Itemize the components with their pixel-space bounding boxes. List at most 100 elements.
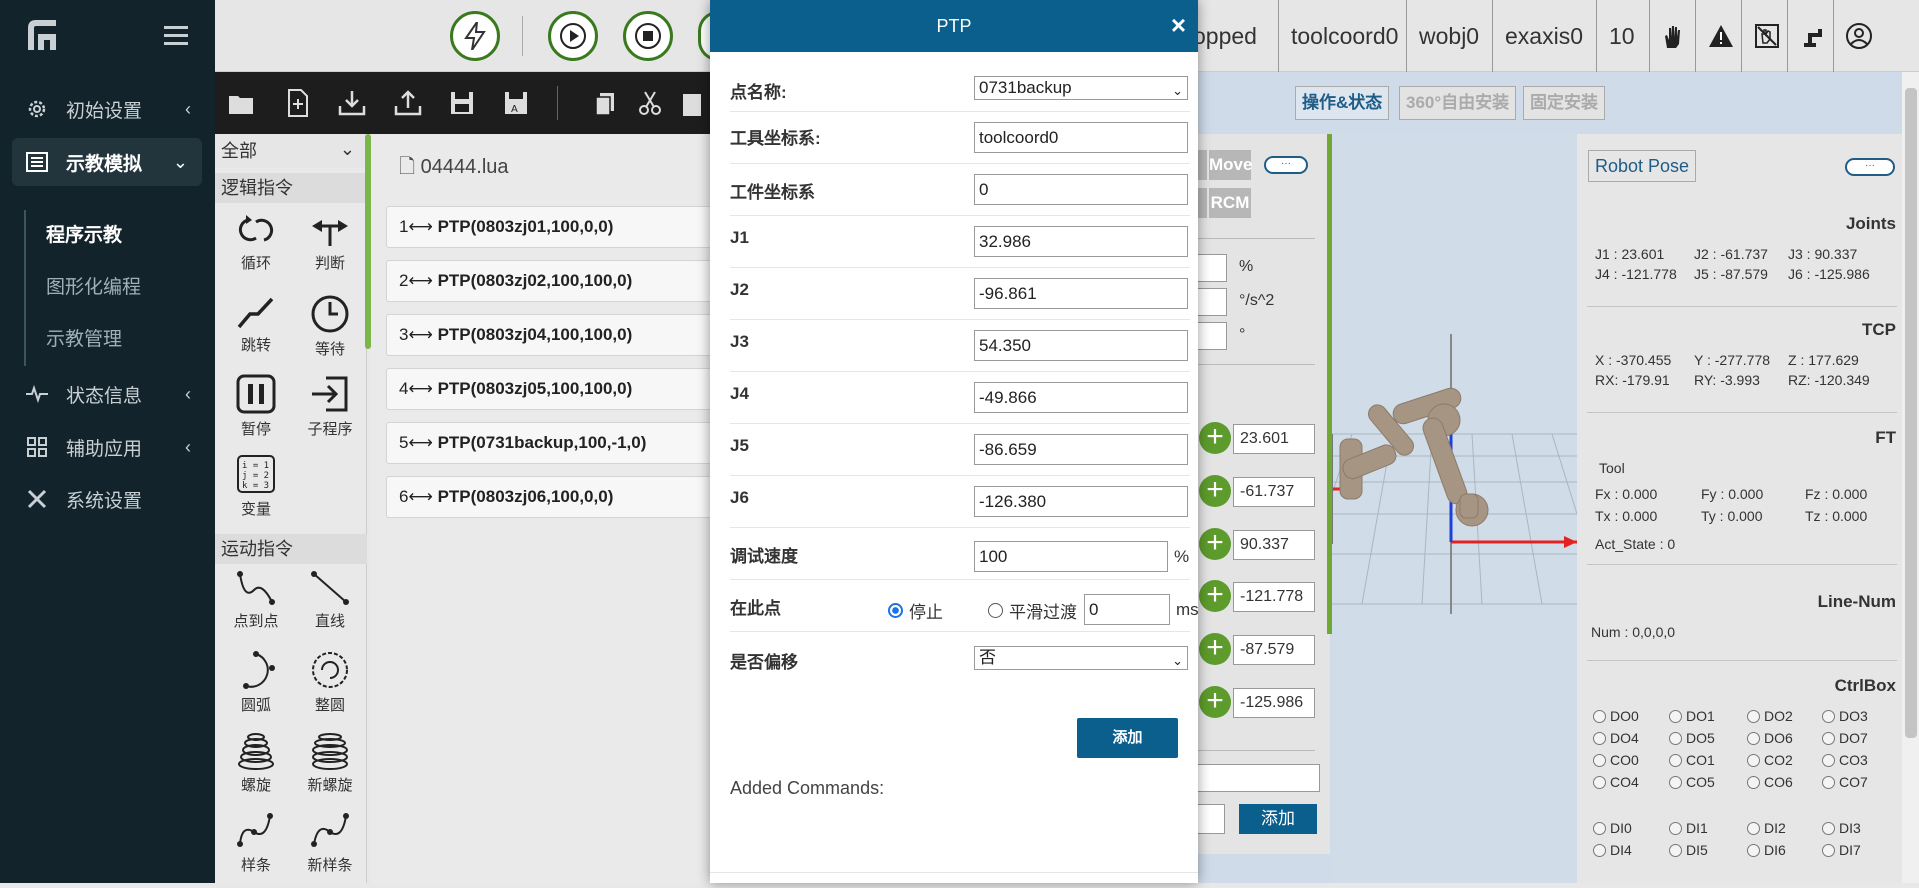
j4-input[interactable]: -49.866 [974, 382, 1188, 413]
tool-variable[interactable]: i = 1j = 2k = 3 变量 [226, 454, 286, 532]
stop-button[interactable] [623, 11, 673, 61]
point-input[interactable] [1195, 804, 1225, 834]
tool-spiral[interactable]: 螺旋 [226, 730, 286, 808]
close-icon[interactable]: × [1171, 10, 1186, 41]
offset-select[interactable]: 否 ⌄ [974, 646, 1188, 670]
tool-wait[interactable]: 等待 [300, 294, 360, 372]
j1-input[interactable]: 32.986 [974, 226, 1188, 257]
tool-new-spline[interactable]: 新样条 [300, 810, 360, 888]
tool-if[interactable]: 判断 [300, 212, 360, 290]
tool-new-spiral[interactable]: 新螺旋 [300, 730, 360, 808]
j2-input[interactable]: -96.861 [974, 278, 1188, 309]
program-row[interactable]: 5⟷ PTP(0731backup,100,-1,0) [386, 422, 716, 464]
tool-spline[interactable]: 样条 [226, 810, 286, 888]
program-row[interactable]: 2⟷ PTP(0803zj02,100,100,0) [386, 260, 716, 302]
folder-open-icon[interactable] [227, 88, 257, 118]
program-row[interactable]: 1⟷ PTP(0803zj01,100,0,0) [386, 206, 716, 248]
io-do5[interactable]: DO5 [1669, 730, 1715, 746]
io-co3[interactable]: CO3 [1822, 752, 1868, 768]
tool-loop[interactable]: 循环 [226, 212, 286, 290]
run-button[interactable] [548, 11, 598, 61]
nav-status-info[interactable]: 状态信息 ‹ [0, 370, 215, 418]
io-di0[interactable]: DI0 [1593, 820, 1632, 836]
save-as-icon[interactable]: A [501, 88, 531, 118]
io-co7[interactable]: CO7 [1822, 774, 1868, 790]
io-do6[interactable]: DO6 [1747, 730, 1793, 746]
io-di1[interactable]: DI1 [1669, 820, 1708, 836]
wobj-coord[interactable]: wobj0 [1406, 0, 1491, 72]
tab-360-install[interactable]: 360°自由安装 [1399, 86, 1517, 120]
user-button[interactable] [1833, 0, 1879, 72]
io-do7[interactable]: DO7 [1822, 730, 1868, 746]
tool-coord[interactable]: toolcoord0 [1278, 0, 1410, 72]
smooth-time-input[interactable]: 0 [1084, 594, 1170, 625]
j5-plus-button[interactable]: + [1199, 633, 1231, 665]
io-co6[interactable]: CO6 [1747, 774, 1793, 790]
nav-system-settings[interactable]: 系统设置 [0, 475, 215, 523]
robot-3d-view[interactable] [1331, 134, 1578, 883]
io-di7[interactable]: DI7 [1822, 842, 1861, 858]
nav-initial-settings[interactable]: 初始设置 ‹ [0, 85, 215, 133]
acc-input[interactable] [1195, 254, 1227, 282]
j2-plus-button[interactable]: + [1199, 475, 1231, 507]
j4-plus-button[interactable]: + [1199, 580, 1231, 612]
robot-arm-button[interactable] [1787, 0, 1833, 72]
io-di6[interactable]: DI6 [1747, 842, 1786, 858]
io-di4[interactable]: DI4 [1593, 842, 1632, 858]
upload-icon[interactable] [393, 88, 423, 118]
more-options-button[interactable]: ··· [1264, 156, 1308, 174]
menu-icon[interactable] [164, 26, 188, 46]
program-row[interactable]: 6⟷ PTP(0803zj06,100,0,0) [386, 476, 716, 518]
j6-input[interactable]: -126.380 [974, 486, 1188, 517]
io-di3[interactable]: DI3 [1822, 820, 1861, 836]
io-do2[interactable]: DO2 [1747, 708, 1793, 724]
io-do3[interactable]: DO3 [1822, 708, 1868, 724]
wobj-coord-input[interactable]: 0 [974, 174, 1188, 205]
program-row[interactable]: 4⟷ PTP(0803zj05,100,100,0) [386, 368, 716, 410]
enable-button[interactable] [450, 11, 500, 61]
io-co5[interactable]: CO5 [1669, 774, 1715, 790]
exaxis-coord[interactable]: exaxis0 [1492, 0, 1595, 72]
cut-icon[interactable] [635, 88, 665, 118]
copy-icon[interactable] [591, 88, 621, 118]
program-row[interactable]: 3⟷ PTP(0803zj04,100,100,0) [386, 314, 716, 356]
tool-circle[interactable]: 整圆 [300, 650, 360, 728]
new-file-icon[interactable] [283, 88, 313, 118]
nav-aux-apps[interactable]: 辅助应用 ‹ [0, 423, 215, 471]
jog-add-button[interactable]: 添加 [1239, 804, 1317, 834]
tool-ptp[interactable]: 点到点 [226, 570, 286, 648]
tab-move[interactable]: Move [1209, 150, 1252, 180]
io-co0[interactable]: CO0 [1593, 752, 1639, 768]
page-scrollbar-thumb[interactable] [1905, 88, 1917, 738]
subnav-program-teach[interactable]: 程序示教 [26, 210, 214, 262]
subnav-graphical-programming[interactable]: 图形化编程 [26, 262, 214, 314]
nav-teach-simulation[interactable]: 示教模拟 ⌄ [12, 138, 202, 186]
hand-button[interactable] [1649, 0, 1695, 72]
robot-pose-button[interactable]: Robot Pose [1588, 150, 1697, 182]
step-input[interactable] [1195, 322, 1227, 350]
io-co2[interactable]: CO2 [1747, 752, 1793, 768]
speed-value[interactable]: 10 [1596, 0, 1647, 72]
tool-subprogram[interactable]: 子程序 [300, 374, 360, 452]
j3-plus-button[interactable]: + [1199, 528, 1231, 560]
acc-input[interactable] [1195, 288, 1227, 316]
tool-coord-input[interactable]: toolcoord0 [974, 122, 1188, 153]
debug-speed-input[interactable]: 100 [974, 541, 1168, 572]
download-icon[interactable] [337, 88, 367, 118]
j6-plus-button[interactable]: + [1199, 686, 1231, 718]
warning-button[interactable] [1695, 0, 1741, 72]
io-do4[interactable]: DO4 [1593, 730, 1639, 746]
name-input[interactable] [1195, 764, 1320, 792]
io-di5[interactable]: DI5 [1669, 842, 1708, 858]
no-drag-button[interactable] [1741, 0, 1787, 72]
tab-operation-status[interactable]: 操作&状态 [1295, 86, 1390, 120]
subnav-teach-management[interactable]: 示教管理 [26, 314, 214, 366]
smooth-radio[interactable]: 平滑过渡 [988, 598, 1077, 623]
tool-line[interactable]: 直线 [300, 570, 360, 648]
tool-goto[interactable]: 跳转 [226, 294, 286, 372]
point-name-select[interactable]: 0731backup ⌄ [974, 76, 1188, 100]
io-co4[interactable]: CO4 [1593, 774, 1639, 790]
tool-pause[interactable]: 暂停 [226, 374, 286, 452]
command-filter-select[interactable]: 全部 ⌄ [215, 134, 367, 168]
io-di2[interactable]: DI2 [1747, 820, 1786, 836]
